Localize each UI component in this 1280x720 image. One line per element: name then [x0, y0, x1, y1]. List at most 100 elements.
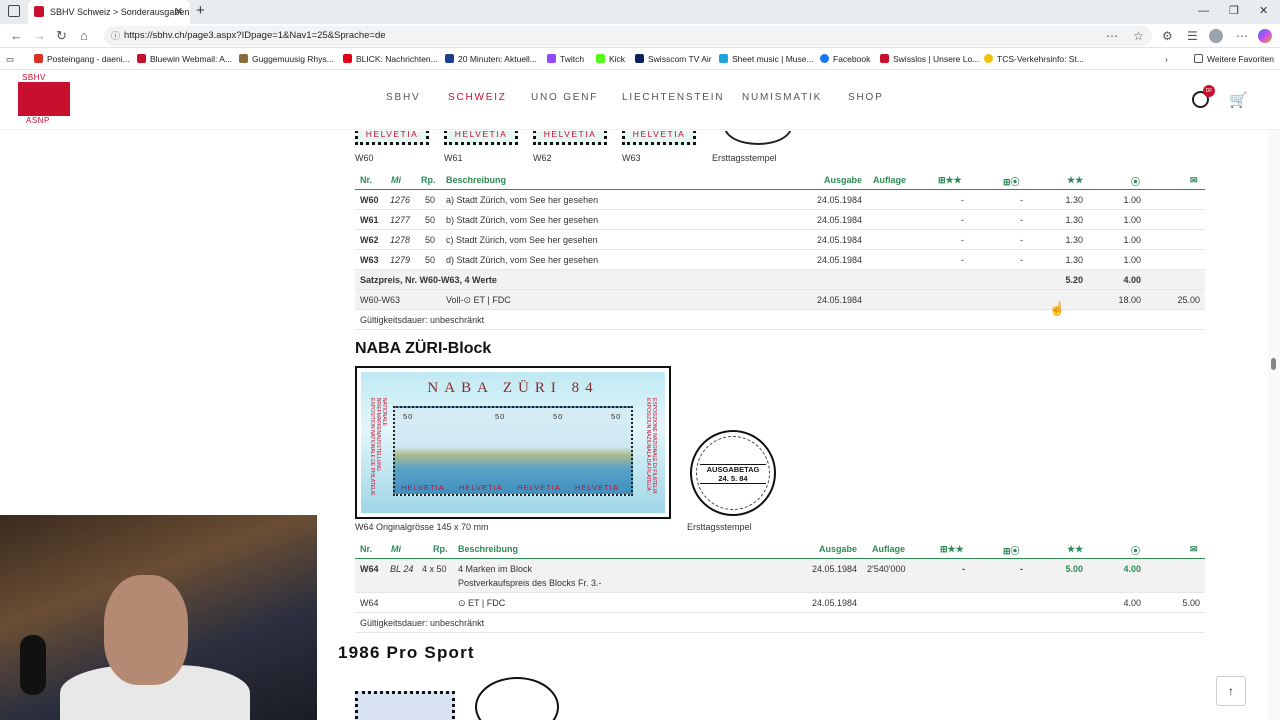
- nav-sbhv[interactable]: SBHV: [386, 92, 420, 103]
- table-row: W61 1277 50 b) Stadt Zürich, vom See her…: [355, 210, 1205, 230]
- minimize-icon[interactable]: —: [1198, 0, 1209, 22]
- scroll-thumb[interactable]: [1271, 358, 1276, 370]
- stamp-caption: W63: [622, 153, 641, 163]
- col-nr: Nr.: [360, 544, 373, 554]
- col-nr: Nr.: [360, 175, 373, 185]
- postmark-date: 24. 5. 84: [718, 474, 748, 483]
- home-icon[interactable]: ⌂: [80, 27, 88, 45]
- col-auflage: Auflage: [873, 175, 907, 185]
- col-fdc-icon: ✉: [1190, 544, 1198, 554]
- favorites-list-icon[interactable]: ☰: [1187, 27, 1198, 45]
- block-image[interactable]: NABA ZÜRI 84 NATIONALE BRIEFMARKENAUSSTE…: [355, 366, 671, 519]
- col-rp: Rp.: [433, 544, 448, 554]
- col-beschreibung: Beschreibung: [446, 175, 507, 185]
- stamp-image-w60[interactable]: HELVETIA: [355, 131, 429, 145]
- block-stamps: HELVETIA HELVETIA HELVETIA HELVETIA 50 5…: [393, 406, 633, 496]
- bookmark-3[interactable]: BLICK: Nachrichten...: [343, 48, 438, 70]
- bookmark-5[interactable]: Twitch: [547, 48, 584, 70]
- bookmark-8[interactable]: Sheet music | Muse...: [719, 48, 814, 70]
- kick-icon: [596, 54, 605, 63]
- facebook-icon: [820, 54, 829, 63]
- block-stamp-value: 50: [495, 412, 506, 421]
- page-scrollbar[interactable]: [1268, 130, 1280, 720]
- browser-profile-avatar[interactable]: [1209, 29, 1223, 43]
- browser-tab-active[interactable]: SBHV Schweiz > Sonderausgaben: [28, 0, 190, 24]
- postmark-image[interactable]: [475, 677, 559, 720]
- bookmark-import-icon[interactable]: ▭: [6, 48, 14, 70]
- stamp-image-w61[interactable]: HELVETIA: [444, 131, 518, 145]
- gmail-icon: [34, 54, 43, 63]
- bookmarks-overflow-icon[interactable]: ›: [1165, 48, 1168, 70]
- webcam-overlay: [0, 515, 317, 720]
- bookmark-0[interactable]: Posteingang - daeni...: [34, 48, 130, 70]
- nav-liechtenstein[interactable]: LIECHTENSTEIN: [622, 92, 724, 103]
- bookmark-6[interactable]: Kick: [596, 48, 625, 70]
- fdc-row: W60-W63 Voll-⊙ ET | FDC 24.05.1984 18.00…: [355, 290, 1205, 310]
- extensions-icon[interactable]: ⚙: [1162, 27, 1173, 45]
- postmark-caption: Ersttagsstempel: [712, 153, 777, 163]
- postmark-band: AUSGABETAG 24. 5. 84: [700, 464, 766, 484]
- musescore-icon: [719, 54, 728, 63]
- site-info-icon[interactable]: ⓘ: [111, 26, 120, 46]
- blick-icon: [343, 54, 352, 63]
- address-bar[interactable]: ⓘ https://sbhv.ch/page3.aspx?IDpage=1&Na…: [104, 26, 1152, 46]
- postmark-caption: Ersttagsstempel: [687, 522, 752, 532]
- col-fdc-icon: ✉: [1190, 175, 1198, 185]
- block-stamp-value: 50: [611, 412, 622, 421]
- menu-dots-icon[interactable]: ⋯: [1236, 27, 1248, 45]
- back-icon[interactable]: ←: [10, 27, 23, 45]
- cart-icon[interactable]: 🛒: [1229, 91, 1248, 109]
- sbhv-logo[interactable]: SBHV ASNP: [18, 72, 72, 128]
- bookmark-7[interactable]: Swisscom TV Air: [635, 48, 712, 70]
- block-stamp-label: HELVETIA: [575, 483, 619, 492]
- stamp-image-w63[interactable]: HELVETIA: [622, 131, 696, 145]
- window-close-icon[interactable]: ✕: [1259, 0, 1268, 22]
- postmark-text: AUSGABETAG: [706, 465, 760, 474]
- back-to-top-button[interactable]: ↑: [1216, 676, 1246, 706]
- stamp-image-w62[interactable]: HELVETIA: [533, 131, 607, 145]
- bookmark-2[interactable]: Guggemuusig Rhys...: [239, 48, 334, 70]
- reload-icon[interactable]: ↻: [56, 27, 67, 45]
- bookmark-11[interactable]: TCS-Verkehrsinfo: St...: [984, 48, 1084, 70]
- favorite-star-icon[interactable]: ☆: [1133, 27, 1144, 45]
- postmark-image[interactable]: [724, 131, 792, 145]
- bookmark-10[interactable]: Swisslos | Unsere Lo...: [880, 48, 979, 70]
- col-mi: Mi: [391, 544, 401, 554]
- new-tab-icon[interactable]: +: [196, 0, 205, 22]
- tab-title: SBHV Schweiz > Sonderausgaben: [50, 7, 190, 17]
- twitch-icon: [547, 54, 556, 63]
- browser-tab-bar: SBHV Schweiz > Sonderausgaben ✕ + — ❐ ✕: [0, 0, 1280, 24]
- bookmark-4[interactable]: 20 Minuten: Aktuell...: [445, 48, 537, 70]
- hand-cursor-icon: ☝: [1049, 301, 1066, 316]
- logo-text-bottom: ASNP: [26, 116, 50, 125]
- table-row: W60 1276 50 a) Stadt Zürich, vom See her…: [355, 190, 1205, 210]
- col-beschreibung: Beschreibung: [458, 544, 519, 554]
- postmark-image[interactable]: AUSGABETAG 24. 5. 84: [690, 430, 776, 516]
- col-used-icon: ⦿: [1131, 546, 1141, 556]
- bluewin-icon: [137, 54, 146, 63]
- nav-numismatik[interactable]: NUMISMATIK: [742, 92, 822, 103]
- address-toolbar: ← → ↻ ⌂ ⓘ https://sbhv.ch/page3.aspx?IDp…: [0, 24, 1280, 48]
- tcs-icon: [984, 54, 993, 63]
- copilot-icon[interactable]: [1258, 29, 1272, 43]
- validity-row: Gültigkeitsdauer: unbeschränkt: [355, 310, 1205, 330]
- col-block-mint-icon: ⊞★★: [938, 175, 962, 185]
- nav-schweiz[interactable]: SCHWEIZ: [448, 92, 507, 103]
- tab-actions-icon[interactable]: [8, 5, 20, 17]
- bookmark-1[interactable]: Bluewin Webmail: A...: [137, 48, 232, 70]
- maximize-icon[interactable]: ❐: [1229, 0, 1239, 22]
- swisslos-icon: [880, 54, 889, 63]
- site-favicon-icon: [34, 6, 44, 17]
- table-row: W64 BL 24 4 x 50 4 Marken im Block Postv…: [355, 559, 1205, 593]
- block-stamp-value: 50: [553, 412, 564, 421]
- other-favorites[interactable]: Weitere Favoriten: [1194, 48, 1274, 70]
- stamp-image[interactable]: [355, 691, 455, 720]
- stamp-caption: W61: [444, 153, 463, 163]
- tab-close-icon[interactable]: ✕: [174, 0, 183, 24]
- nav-shop[interactable]: SHOP: [848, 92, 884, 103]
- block-stamp-label: HELVETIA: [517, 483, 561, 492]
- reader-icon[interactable]: ⋯: [1106, 27, 1118, 45]
- forward-icon[interactable]: →: [33, 27, 46, 45]
- bookmark-9[interactable]: Facebook: [820, 48, 870, 70]
- nav-uno-genf[interactable]: UNO GENF: [531, 92, 598, 103]
